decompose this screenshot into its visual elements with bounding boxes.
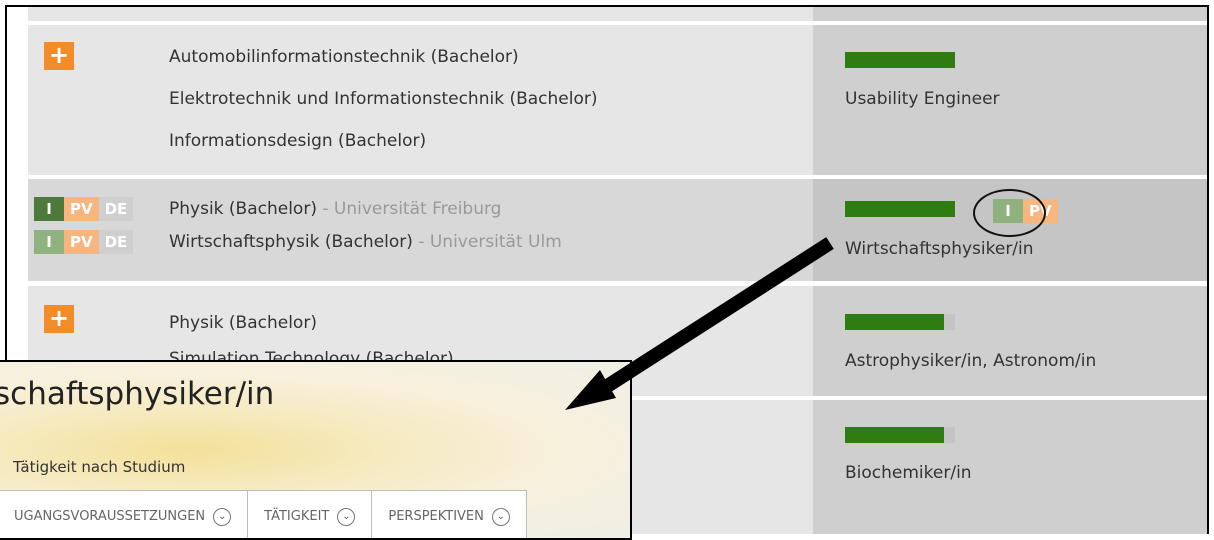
annotation-arrow-icon	[565, 237, 834, 410]
